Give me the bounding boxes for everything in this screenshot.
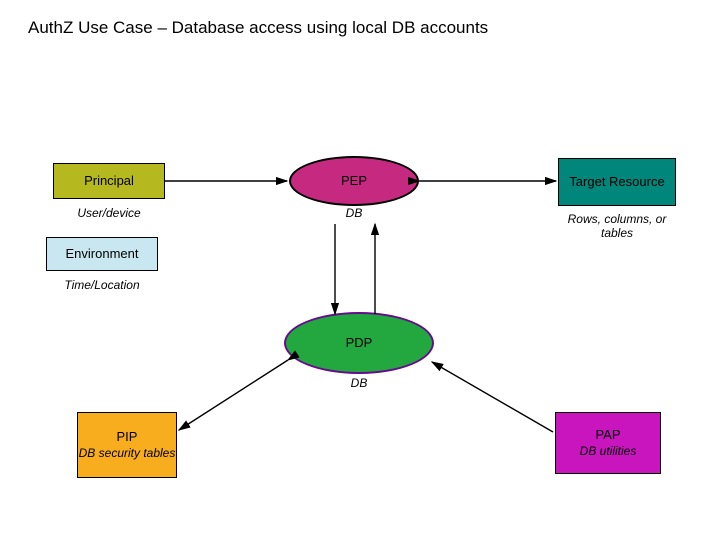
pap-label: PAP bbox=[595, 427, 620, 443]
pep-label: PEP bbox=[341, 173, 367, 189]
page-title: AuthZ Use Case – Database access using l… bbox=[28, 18, 488, 38]
environment-label: Environment bbox=[66, 246, 139, 262]
pip-label: PIP bbox=[117, 429, 138, 445]
pip-box: PIP DB security tables bbox=[77, 412, 177, 478]
target-box: Target Resource bbox=[558, 158, 676, 206]
principal-label: Principal bbox=[84, 173, 134, 189]
environment-box: Environment bbox=[46, 237, 158, 271]
target-label-1: Target Resource bbox=[565, 174, 668, 190]
pap-sub: DB utilities bbox=[580, 444, 637, 459]
principal-box: Principal bbox=[53, 163, 165, 199]
pip-sub: DB security tables bbox=[79, 446, 176, 461]
pdp-label: PDP bbox=[346, 335, 373, 351]
pdp-sub: DB bbox=[284, 376, 434, 390]
principal-sub: User/device bbox=[53, 206, 165, 220]
environment-sub: Time/Location bbox=[46, 278, 158, 292]
pdp-ellipse: PDP bbox=[284, 312, 434, 374]
pap-box: PAP DB utilities bbox=[555, 412, 661, 474]
pep-sub: DB bbox=[289, 206, 419, 220]
target-sub: Rows, columns, or tables bbox=[552, 212, 682, 240]
pep-ellipse: PEP bbox=[289, 156, 419, 206]
